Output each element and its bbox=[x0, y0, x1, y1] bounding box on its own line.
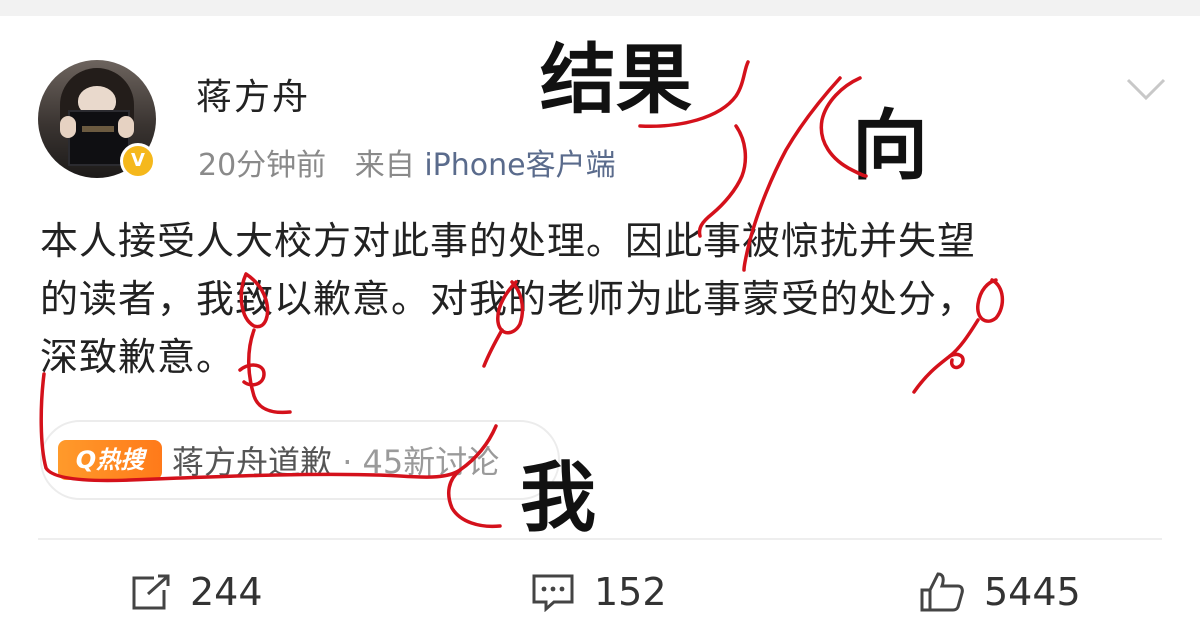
repost-button[interactable]: 244 bbox=[128, 570, 263, 614]
like-icon bbox=[920, 572, 964, 612]
topic-count: 45新讨论 bbox=[362, 443, 500, 481]
annotation-word: 我 bbox=[520, 453, 596, 542]
like-count: 5445 bbox=[984, 570, 1081, 614]
post-text-line: 深致歉意。 bbox=[40, 335, 236, 379]
topic-separator: · bbox=[342, 443, 353, 481]
like-button[interactable]: 5445 bbox=[918, 570, 1081, 614]
post-timestamp: 20分钟前 bbox=[198, 148, 327, 183]
comment-button[interactable]: 152 bbox=[530, 570, 667, 614]
post-body: 本人接受人大校方对此事的处理。因此事被惊扰并失望 的读者，我致以歉意。对我的老师… bbox=[40, 212, 1170, 386]
annotation-word: 向 bbox=[852, 101, 928, 190]
user-name[interactable]: 蒋方舟 bbox=[196, 68, 310, 120]
source-prefix: 来自 bbox=[354, 148, 415, 183]
post-text-line: 的读者，我致以歉意。对我的老师为此事蒙受的处分， bbox=[40, 277, 977, 321]
verified-icon: V bbox=[120, 143, 156, 179]
hot-search-badge: Q热搜 bbox=[58, 440, 162, 480]
topic-label[interactable]: 蒋方舟道歉 · 45新讨论 bbox=[172, 437, 499, 483]
topic-title: 蒋方舟道歉 bbox=[172, 443, 333, 481]
repost-count: 244 bbox=[190, 570, 263, 614]
post-meta: 20分钟前 来自 iPhone客户端 bbox=[198, 140, 616, 184]
top-bar bbox=[0, 0, 1200, 16]
source-link[interactable]: iPhone客户端 bbox=[424, 148, 615, 183]
divider bbox=[38, 538, 1162, 540]
annotation-word: 结果 bbox=[540, 35, 692, 124]
comment-icon bbox=[532, 574, 574, 612]
comment-count: 152 bbox=[594, 570, 667, 614]
chevron-down-icon[interactable] bbox=[1124, 74, 1168, 104]
post-text-line: 本人接受人大校方对此事的处理。因此事被惊扰并失望 bbox=[40, 219, 977, 263]
repost-icon bbox=[132, 574, 170, 610]
